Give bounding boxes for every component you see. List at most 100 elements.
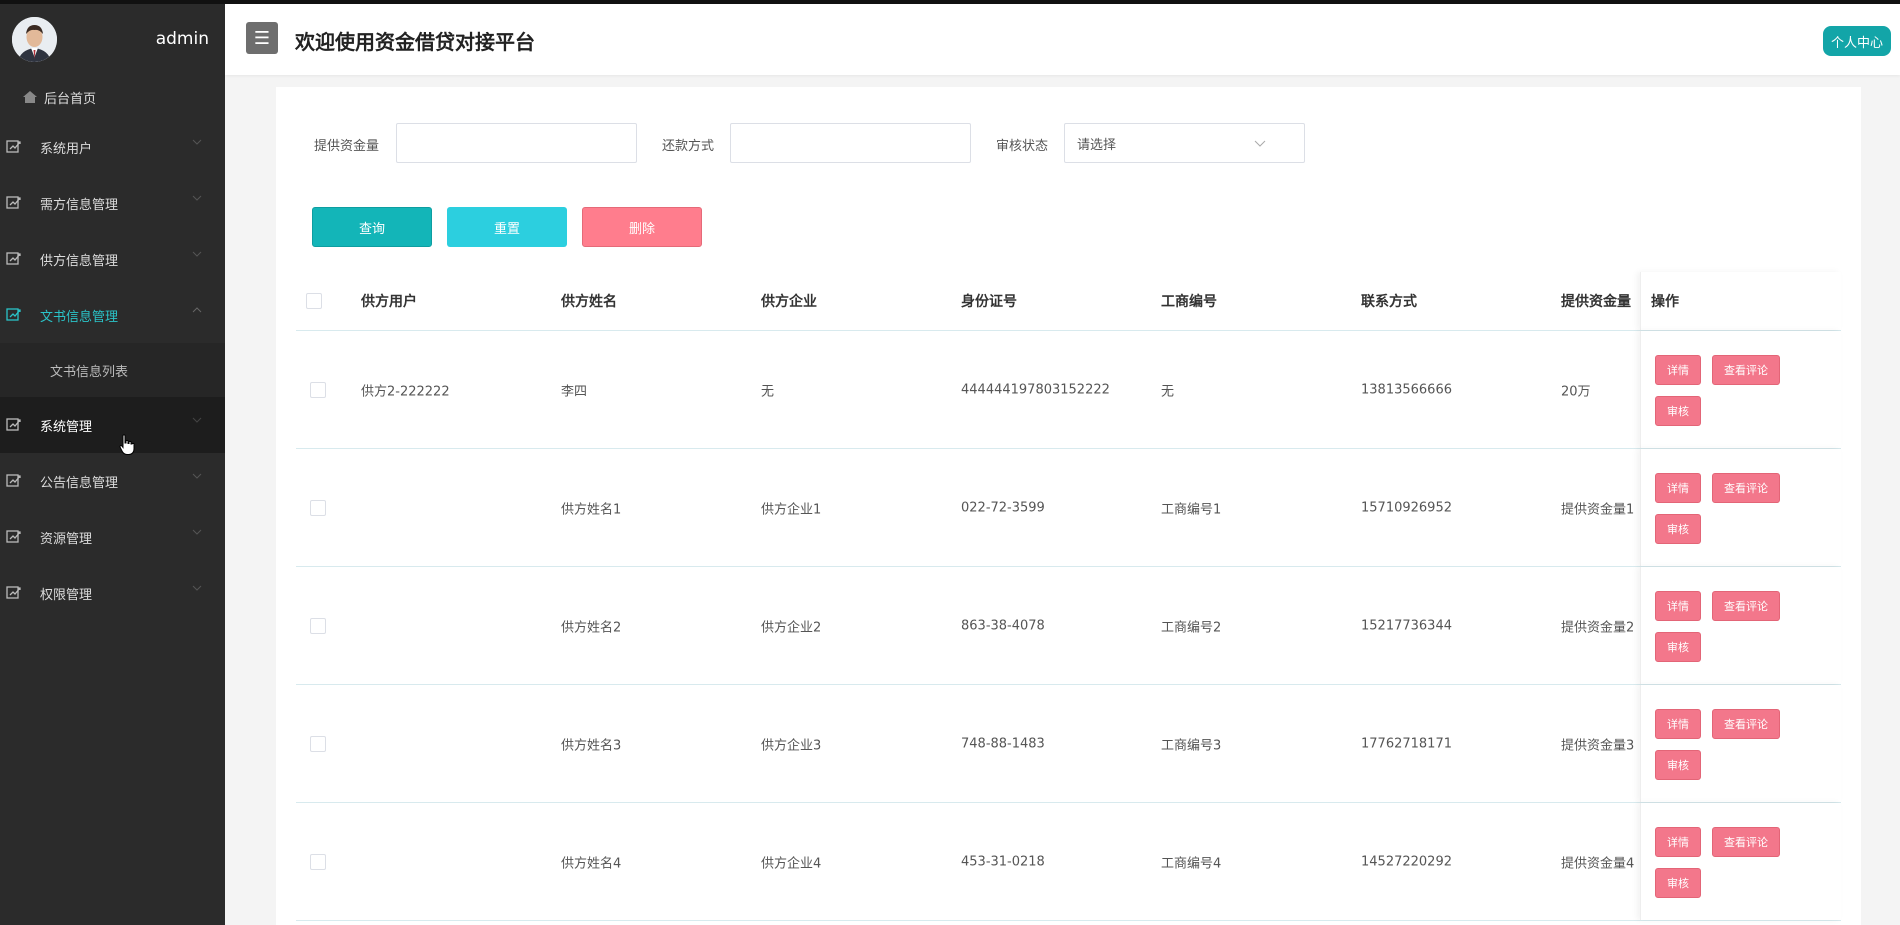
cell-business-number: 无 bbox=[1161, 384, 1175, 399]
avatar[interactable] bbox=[12, 17, 57, 62]
sidebar-item-resources[interactable]: 资源管理 bbox=[0, 509, 225, 565]
sidebar-item-label: 公告信息管理 bbox=[40, 475, 119, 491]
repay-filter-input[interactable] bbox=[730, 123, 971, 163]
home-icon bbox=[22, 90, 38, 104]
sidebar-item-system-management[interactable]: 系统管理 bbox=[0, 397, 225, 453]
cell-user: 供方2-222222 bbox=[361, 384, 450, 399]
sidebar-item-label: 权限管理 bbox=[40, 587, 93, 603]
row-checkbox[interactable] bbox=[310, 499, 326, 516]
cell-amount: 提供资金量3 bbox=[1561, 738, 1635, 753]
page-title: 欢迎使用资金借贷对接平台 bbox=[295, 30, 535, 54]
sidebar-item-supply-info[interactable]: 供方信息管理 bbox=[0, 231, 225, 287]
sidebar-item-permissions[interactable]: 权限管理 bbox=[0, 565, 225, 621]
view-comments-button[interactable]: 查看评论 bbox=[1712, 827, 1780, 857]
row-checkbox[interactable] bbox=[310, 735, 326, 752]
sidebar-item-announcement[interactable]: 公告信息管理 bbox=[0, 453, 225, 509]
column-header: 联系方式 bbox=[1361, 294, 1417, 310]
status-filter-value: 请选择 bbox=[1077, 137, 1117, 153]
view-comments-button[interactable]: 查看评论 bbox=[1712, 355, 1780, 385]
cell-business-number: 工商编号1 bbox=[1161, 502, 1222, 517]
chevron-up-icon bbox=[192, 307, 202, 313]
table-row: 供方姓名2 供方企业2 863-38-4078 工商编号2 1521773634… bbox=[296, 567, 1841, 685]
audit-button[interactable]: 审核 bbox=[1655, 632, 1701, 662]
cell-amount: 20万 bbox=[1561, 384, 1591, 399]
row-checkbox[interactable] bbox=[310, 381, 326, 398]
view-comments-button[interactable]: 查看评论 bbox=[1712, 591, 1780, 621]
cell-id-number: 453-31-0218 bbox=[961, 854, 1045, 869]
cell-amount: 提供资金量1 bbox=[1561, 502, 1635, 517]
reset-button[interactable]: 重置 bbox=[447, 207, 567, 247]
cell-id-number: 863-38-4078 bbox=[961, 618, 1045, 633]
sidebar-subitem-document-list[interactable]: 文书信息列表 bbox=[0, 343, 225, 397]
detail-button[interactable]: 详情 bbox=[1655, 473, 1701, 503]
sidebar-item-label: 文书信息管理 bbox=[40, 309, 119, 325]
sidebar-item-label: 供方信息管理 bbox=[40, 253, 119, 269]
cell-name: 李四 bbox=[561, 384, 588, 399]
edit-chart-icon bbox=[6, 139, 22, 153]
row-checkbox[interactable] bbox=[310, 853, 326, 870]
sidebar-item-label: 系统用户 bbox=[40, 141, 93, 157]
sidebar-item-document-info[interactable]: 文书信息管理 bbox=[0, 287, 225, 343]
sidebar-item-label: 资源管理 bbox=[40, 531, 93, 547]
username: admin bbox=[155, 29, 209, 49]
sidebar-item-demand-info[interactable]: 需方信息管理 bbox=[0, 175, 225, 231]
table-row: 供方姓名4 供方企业4 453-31-0218 工商编号4 1452722029… bbox=[296, 803, 1841, 921]
edit-chart-icon bbox=[6, 195, 22, 209]
edit-chart-icon bbox=[6, 473, 22, 487]
table-row: 供方姓名3 供方企业3 748-88-1483 工商编号3 1776271817… bbox=[296, 685, 1841, 803]
menu-toggle-button[interactable]: ☰ bbox=[246, 22, 278, 54]
column-header: 供方姓名 bbox=[561, 294, 617, 310]
column-header: 供方用户 bbox=[361, 294, 417, 310]
edit-chart-icon bbox=[6, 307, 22, 321]
select-all-checkbox[interactable] bbox=[306, 293, 322, 309]
cell-name: 供方姓名1 bbox=[561, 502, 622, 517]
cell-company: 供方企业3 bbox=[761, 738, 822, 753]
cell-amount: 提供资金量2 bbox=[1561, 620, 1635, 635]
column-header: 供方企业 bbox=[761, 294, 817, 310]
cell-id-number: 444444197803152222 bbox=[961, 382, 1110, 397]
audit-button[interactable]: 审核 bbox=[1655, 514, 1701, 544]
repay-filter-label: 还款方式 bbox=[662, 139, 715, 154]
detail-button[interactable]: 详情 bbox=[1655, 355, 1701, 385]
top-border bbox=[0, 0, 1900, 4]
cell-company: 供方企业1 bbox=[761, 502, 822, 517]
table-header: 供方用户 供方姓名 供方企业 身份证号 工商编号 联系方式 提供资金量 操作 bbox=[296, 272, 1841, 331]
detail-button[interactable]: 详情 bbox=[1655, 591, 1701, 621]
sidebar-item-label: 系统管理 bbox=[40, 419, 93, 435]
table-row: 供方姓名1 供方企业1 022-72-3599 工商编号1 1571092695… bbox=[296, 449, 1841, 567]
cell-phone: 13813566666 bbox=[1361, 382, 1452, 397]
chevron-down-icon bbox=[192, 529, 202, 535]
query-button[interactable]: 查询 bbox=[312, 207, 432, 247]
personal-center-button[interactable]: 个人中心 bbox=[1823, 26, 1891, 56]
hand-pointer-icon bbox=[119, 434, 135, 460]
main-card: 提供资金量 还款方式 审核状态 请选择 查询 重置 删除 供方用户 供方姓名 供… bbox=[276, 87, 1861, 925]
audit-button[interactable]: 审核 bbox=[1655, 868, 1701, 898]
column-header: 工商编号 bbox=[1161, 294, 1217, 310]
cell-company: 供方企业2 bbox=[761, 620, 822, 635]
chevron-down-icon bbox=[192, 139, 202, 145]
detail-button[interactable]: 详情 bbox=[1655, 709, 1701, 739]
sidebar-item-system-users[interactable]: 系统用户 bbox=[0, 119, 225, 175]
status-filter-select[interactable]: 请选择 bbox=[1064, 123, 1305, 163]
column-header: 操作 bbox=[1651, 294, 1679, 310]
audit-button[interactable]: 审核 bbox=[1655, 396, 1701, 426]
audit-button[interactable]: 审核 bbox=[1655, 750, 1701, 780]
cell-company: 无 bbox=[761, 384, 775, 399]
cell-company: 供方企业4 bbox=[761, 856, 822, 871]
cell-name: 供方姓名4 bbox=[561, 856, 622, 871]
chevron-down-icon bbox=[192, 473, 202, 479]
edit-chart-icon bbox=[6, 251, 22, 265]
sidebar-item-home[interactable]: 后台首页 bbox=[0, 75, 225, 119]
edit-chart-icon bbox=[6, 529, 22, 543]
cell-id-number: 022-72-3599 bbox=[961, 500, 1045, 515]
view-comments-button[interactable]: 查看评论 bbox=[1712, 473, 1780, 503]
delete-button[interactable]: 删除 bbox=[582, 207, 702, 247]
amount-filter-input[interactable] bbox=[396, 123, 637, 163]
cell-phone: 15217736344 bbox=[1361, 618, 1452, 633]
view-comments-button[interactable]: 查看评论 bbox=[1712, 709, 1780, 739]
row-checkbox[interactable] bbox=[310, 617, 326, 634]
detail-button[interactable]: 详情 bbox=[1655, 827, 1701, 857]
cell-id-number: 748-88-1483 bbox=[961, 736, 1045, 751]
column-header: 提供资金量 bbox=[1561, 294, 1631, 310]
table-row: 供方2-222222 李四 无 444444197803152222 无 138… bbox=[296, 331, 1841, 449]
